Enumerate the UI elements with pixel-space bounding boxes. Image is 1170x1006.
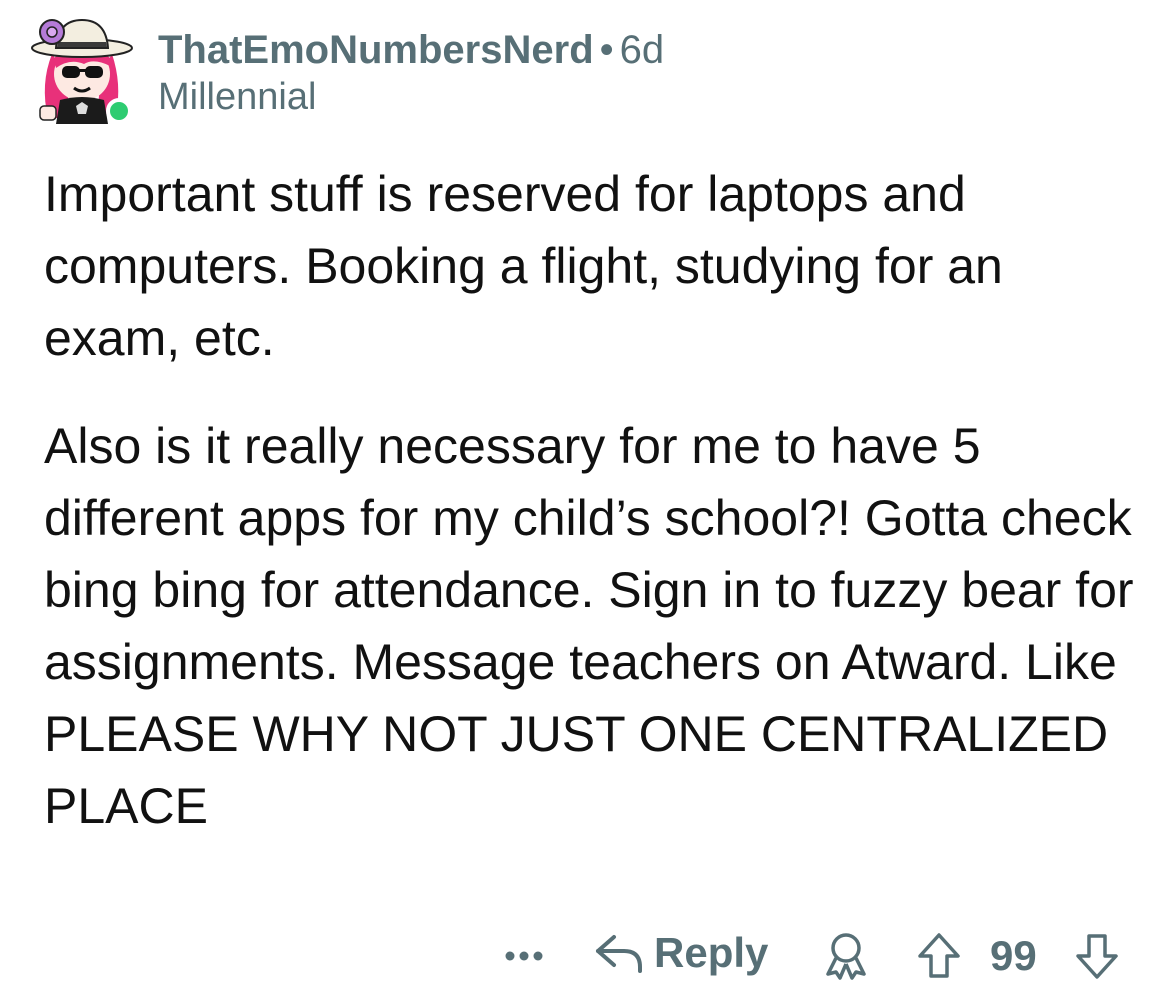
comment-actions: Reply 99 bbox=[0, 920, 1170, 990]
avatar[interactable] bbox=[30, 14, 134, 124]
comment-body: Important stuff is reserved for laptops … bbox=[44, 158, 1144, 842]
reply-label: Reply bbox=[654, 929, 769, 976]
upvote-arrow-icon bbox=[918, 933, 960, 978]
upvote-button[interactable] bbox=[916, 932, 962, 980]
author-line: ThatEmoNumbersNerd • 6d bbox=[158, 26, 664, 74]
author-name[interactable]: ThatEmoNumbersNerd bbox=[158, 28, 594, 72]
downvote-button[interactable] bbox=[1074, 932, 1120, 980]
award-icon bbox=[826, 933, 866, 980]
ellipsis-icon bbox=[505, 951, 543, 961]
comment-meta: ThatEmoNumbersNerd • 6d Millennial bbox=[158, 26, 664, 120]
comment-age: 6d bbox=[619, 28, 665, 72]
award-button[interactable] bbox=[820, 930, 872, 982]
downvote-arrow-icon bbox=[1076, 934, 1118, 979]
online-status-icon bbox=[106, 98, 132, 124]
meta-separator: • bbox=[599, 28, 614, 72]
comment-header: ThatEmoNumbersNerd • 6d Millennial bbox=[30, 14, 1130, 134]
more-options-button[interactable] bbox=[498, 928, 550, 978]
comment-paragraph: Important stuff is reserved for laptops … bbox=[44, 166, 1003, 366]
reply-button[interactable]: Reply bbox=[594, 922, 768, 984]
comment-paragraph: Also is it really necessary for me to ha… bbox=[44, 418, 1134, 834]
reply-arrow-icon bbox=[596, 935, 642, 973]
comment: ThatEmoNumbersNerd • 6d Millennial Importa… bbox=[0, 0, 1170, 1006]
user-flair: Millennial bbox=[158, 76, 317, 118]
vote-score: 99 bbox=[990, 932, 1037, 979]
